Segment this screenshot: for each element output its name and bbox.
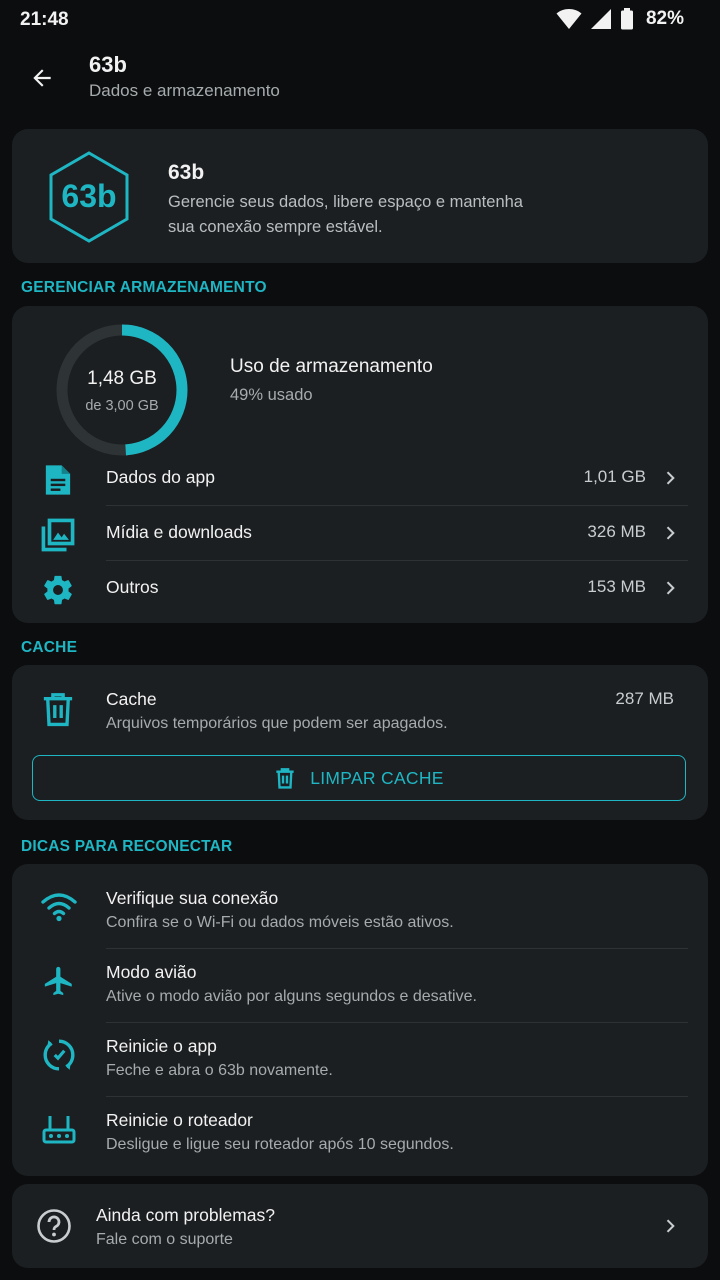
support-subtitle: Fale com o suporte	[96, 1231, 233, 1248]
storage-card: 1,48 GB de 3,00 GB Uso de armazenamento …	[12, 306, 708, 623]
cache-subtitle: Arquivos temporários que podem ser apaga…	[106, 715, 448, 732]
section-title-cache: CACHE	[21, 639, 78, 656]
section-title-tips: DICAS PARA RECONECTAR	[21, 838, 233, 855]
tip-subtitle: Feche e abra o 63b novamente.	[106, 1062, 333, 1079]
storage-total: de 3,00 GB	[85, 398, 159, 414]
tip-title: Reinicie o app	[106, 1036, 217, 1056]
router-icon	[40, 1110, 78, 1148]
clear-cache-button[interactable]: LIMPAR CACHE	[32, 755, 686, 801]
wifi-status-icon	[556, 8, 582, 30]
airplane-icon	[40, 962, 78, 1000]
trash-icon	[43, 693, 73, 727]
signal-icon	[590, 8, 612, 30]
chevron-right-icon	[666, 581, 675, 595]
restart-icon	[40, 1036, 78, 1074]
chevron-right-icon	[666, 526, 675, 540]
arrow-back-icon	[33, 69, 51, 87]
app-description: Gerencie seus dados, libere espaço e man…	[168, 193, 523, 236]
storage-row-media[interactable]: Mídia e downloads 326 MB	[12, 506, 708, 560]
tip-check-connection: Verifique sua conexão Confira se o Wi-Fi…	[12, 874, 708, 948]
storage-row-others[interactable]: Outros 153 MB	[12, 561, 708, 615]
wifi-icon	[40, 888, 78, 926]
chevron-right-icon	[666, 1219, 675, 1233]
tip-subtitle: Confira se o Wi-Fi ou dados móveis estão…	[106, 914, 454, 931]
battery-percent: 82%	[645, 8, 684, 29]
tips-card: Verifique sua conexão Confira se o Wi-Fi…	[12, 864, 708, 1176]
page-title: 63b	[89, 52, 127, 77]
section-title-storage: GERENCIAR ARMAZENAMENTO	[21, 279, 267, 296]
clear-cache-label: LIMPAR CACHE	[310, 767, 444, 788]
tip-title: Reinicie o roteador	[106, 1110, 253, 1130]
help-icon	[37, 1209, 71, 1243]
cache-title: Cache	[106, 689, 157, 709]
status-time: 21:48	[20, 9, 69, 30]
tip-restart-app: Reinicie o app Feche e abra o 63b novame…	[12, 1022, 708, 1096]
app-logo: 63b	[49, 151, 129, 243]
tip-airplane-mode: Modo avião Ative o modo avião por alguns…	[12, 948, 708, 1022]
back-button[interactable]	[22, 58, 62, 98]
storage-row-app-data[interactable]: Dados do app 1,01 GB	[12, 451, 708, 505]
tip-title: Verifique sua conexão	[106, 888, 279, 908]
status-icons: 82%	[556, 8, 684, 30]
storage-row-value: 1,01 GB	[583, 467, 646, 486]
document-icon	[40, 462, 76, 498]
storage-row-label: Outros	[106, 577, 159, 597]
chevron-right-icon	[666, 471, 675, 485]
storage-usage-title: Uso de armazenamento	[230, 356, 433, 377]
storage-row-label: Mídia e downloads	[106, 522, 252, 542]
storage-used: 1,48 GB	[87, 368, 157, 389]
battery-icon	[620, 8, 634, 30]
tip-subtitle: Ative o modo avião por alguns segundos e…	[106, 988, 477, 1005]
storage-usage-percent: 49% usado	[230, 386, 313, 404]
page-subtitle: Dados e armazenamento	[89, 81, 280, 100]
storage-row-value: 153 MB	[587, 577, 646, 596]
tip-subtitle: Desligue e ligue seu roteador após 10 se…	[106, 1136, 454, 1153]
app-info-card: 63b 63b Gerencie seus dados, libere espa…	[12, 129, 708, 263]
tip-restart-router: Reinicie o roteador Desligue e ligue seu…	[12, 1096, 708, 1170]
app-bar: 63b Dados e armazenamento	[0, 44, 720, 114]
gear-icon	[40, 572, 76, 608]
cache-card: Cache Arquivos temporários que podem ser…	[12, 665, 708, 820]
logo-text: 63b	[61, 178, 116, 214]
support-title: Ainda com problemas?	[96, 1205, 275, 1225]
app-name: 63b	[168, 161, 205, 184]
trash-icon	[276, 768, 294, 789]
tip-title: Modo avião	[106, 962, 197, 982]
status-bar: 21:48 82%	[0, 0, 720, 40]
cache-size: 287 MB	[615, 689, 674, 708]
media-library-icon	[40, 517, 76, 553]
storage-row-label: Dados do app	[106, 467, 215, 487]
storage-row-value: 326 MB	[587, 522, 646, 541]
storage-usage-ring	[56, 324, 188, 456]
support-card[interactable]: Ainda com problemas? Fale com o suporte	[12, 1184, 708, 1268]
